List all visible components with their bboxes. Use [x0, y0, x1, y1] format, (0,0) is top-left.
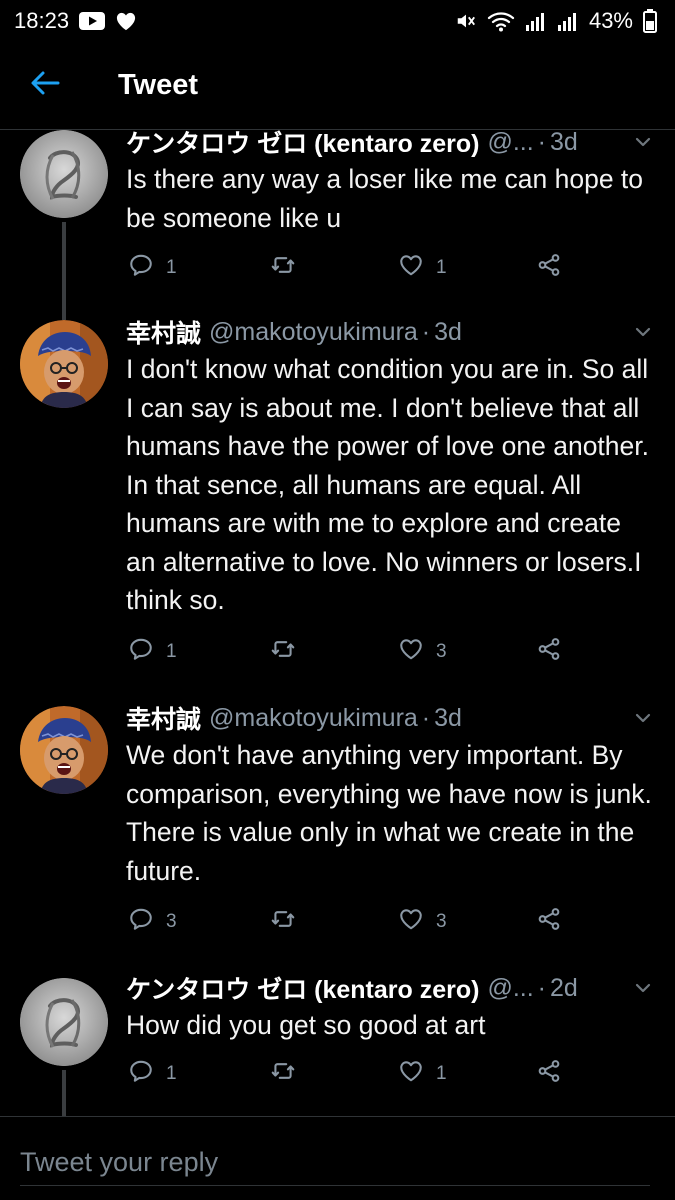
tweet-actions: 1 1 [126, 1056, 586, 1092]
reply-icon [128, 252, 154, 284]
reply-icon [128, 1058, 154, 1090]
display-name[interactable]: ケンタロウ ゼロ (kentaro zero) [126, 970, 479, 1006]
reply-icon [128, 636, 154, 668]
tweet-item[interactable]: 幸村誠 @makotoyukimura · 3d We don't have a… [0, 704, 675, 974]
separator-dot: · [421, 317, 431, 346]
retweet-icon [270, 636, 296, 668]
mute-icon [455, 10, 477, 32]
retweet-icon [270, 1058, 296, 1090]
status-bar: 18:23 43% [0, 0, 675, 42]
signal-icon [525, 10, 547, 32]
share-button[interactable] [536, 1056, 562, 1092]
like-count: 3 [436, 641, 447, 662]
chevron-down-icon[interactable] [631, 706, 655, 730]
page-title: Tweet [118, 69, 199, 101]
timestamp: 3d [434, 317, 462, 346]
reply-count: 1 [166, 257, 177, 278]
tweet-item[interactable]: ケンタロウ ゼロ (kentaro zero) @... · 2d How di… [0, 974, 675, 1116]
tweet-thread: ケンタロウ ゼロ (kentaro zero) @... · 3d Is the… [0, 130, 675, 1116]
timestamp: 3d [434, 703, 462, 732]
display-name[interactable]: 幸村誠 [126, 700, 201, 736]
tweet-header: 幸村誠 @makotoyukimura · 3d [126, 314, 655, 350]
avatar[interactable] [20, 130, 108, 218]
retweet-button[interactable] [270, 250, 308, 286]
reply-icon [128, 906, 154, 938]
display-name[interactable]: 幸村誠 [126, 314, 201, 350]
tweet-header: 幸村誠 @makotoyukimura · 3d [126, 700, 655, 736]
separator-dot: · [537, 130, 546, 156]
heart-outline-icon [398, 636, 424, 668]
status-time: 18:23 [14, 8, 70, 33]
tweet-item[interactable]: 幸村誠 @makotoyukimura · 3d I don't know wh… [0, 318, 675, 706]
reply-button[interactable]: 3 [128, 904, 177, 940]
heart-icon [115, 11, 137, 31]
retweet-button[interactable] [270, 634, 308, 670]
youtube-icon [79, 12, 106, 30]
top-app-bar: Tweet [0, 42, 675, 130]
like-button[interactable]: 3 [398, 904, 447, 940]
reply-button[interactable]: 1 [128, 1056, 177, 1092]
user-handle[interactable]: @... [487, 974, 533, 1003]
battery-icon [643, 9, 657, 33]
tweet-text: We don't have anything very important. B… [126, 740, 652, 886]
tweet-header: ケンタロウ ゼロ (kentaro zero) @... · 3d [126, 130, 655, 160]
tweet-actions: 1 3 [126, 634, 586, 670]
share-icon [536, 1058, 562, 1090]
heart-outline-icon [398, 906, 424, 938]
like-button[interactable]: 1 [398, 1056, 447, 1092]
retweet-icon [270, 906, 296, 938]
reply-button[interactable]: 1 [128, 634, 177, 670]
timestamp: 3d [550, 130, 578, 156]
tweet-text: Is there any way a loser like me can hop… [126, 164, 644, 233]
share-button[interactable] [536, 250, 562, 286]
reply-count: 3 [166, 911, 177, 932]
chevron-down-icon[interactable] [631, 976, 655, 1000]
retweet-button[interactable] [270, 904, 308, 940]
reply-composer [0, 1116, 675, 1200]
thread-connector [62, 1070, 66, 1116]
retweet-button[interactable] [270, 1056, 308, 1092]
tweet-actions: 3 3 [126, 904, 586, 940]
chevron-down-icon[interactable] [631, 320, 655, 344]
signal-icon [557, 10, 579, 32]
heart-outline-icon [398, 1058, 424, 1090]
user-handle[interactable]: @... [487, 130, 533, 157]
wifi-icon [487, 10, 515, 32]
separator-dot: · [421, 703, 431, 732]
separator-dot: · [537, 973, 546, 1002]
user-handle[interactable]: @makotoyukimura [209, 318, 418, 347]
like-count: 1 [436, 257, 447, 278]
tweet-header: ケンタロウ ゼロ (kentaro zero) @... · 2d [126, 970, 655, 1006]
tweet-text: How did you get so good at art [126, 1010, 486, 1040]
avatar[interactable] [20, 320, 108, 408]
share-button[interactable] [536, 634, 562, 670]
reply-button[interactable]: 1 [128, 250, 177, 286]
like-count: 1 [436, 1063, 447, 1084]
timestamp: 2d [550, 973, 578, 1002]
share-button[interactable] [536, 904, 562, 940]
reply-input[interactable] [20, 1139, 650, 1186]
like-button[interactable]: 1 [398, 250, 447, 286]
thread-connector [62, 222, 66, 320]
heart-outline-icon [398, 252, 424, 284]
reply-count: 1 [166, 1063, 177, 1084]
back-button[interactable] [16, 57, 74, 115]
avatar[interactable] [20, 978, 108, 1066]
retweet-icon [270, 252, 296, 284]
tweet-item[interactable]: ケンタロウ ゼロ (kentaro zero) @... · 3d Is the… [0, 130, 675, 320]
share-icon [536, 636, 562, 668]
battery-percent: 43% [588, 8, 633, 33]
chevron-down-icon[interactable] [631, 130, 655, 154]
share-icon [536, 252, 562, 284]
avatar[interactable] [20, 706, 108, 794]
like-count: 3 [436, 911, 447, 932]
user-handle[interactable]: @makotoyukimura [209, 704, 418, 733]
like-button[interactable]: 3 [398, 634, 447, 670]
tweet-text: I don't know what condition you are in. … [126, 354, 649, 615]
arrow-left-icon [30, 70, 60, 101]
display-name[interactable]: ケンタロウ ゼロ (kentaro zero) [126, 130, 479, 160]
share-icon [536, 906, 562, 938]
reply-count: 1 [166, 641, 177, 662]
tweet-actions: 1 1 [126, 250, 586, 286]
